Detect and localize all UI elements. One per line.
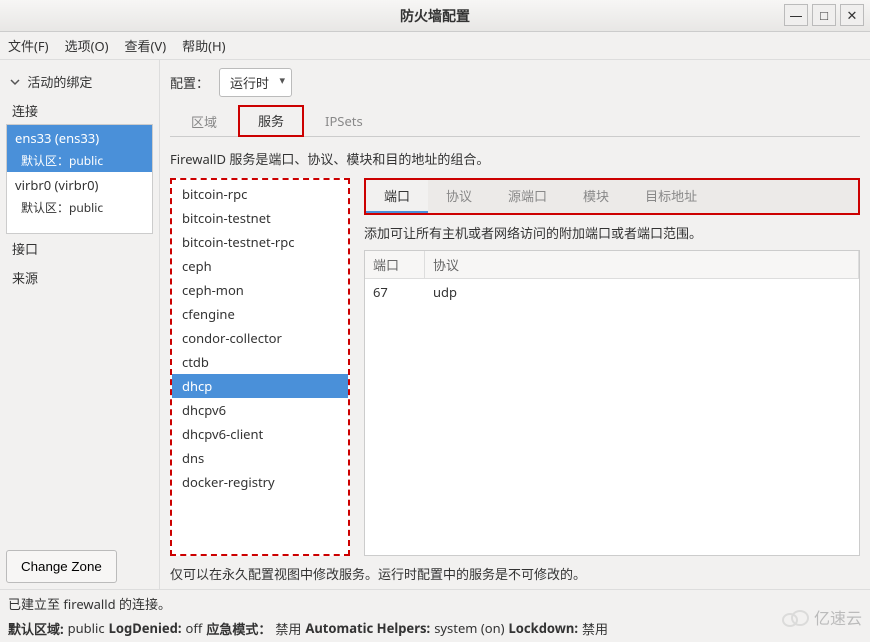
tab-destination[interactable]: 目标地址	[627, 180, 715, 213]
minimize-button[interactable]: —	[784, 4, 808, 26]
services-description: FirewallD 服务是端口、协议、模块和目的地址的组合。	[170, 149, 860, 168]
connections-list[interactable]: ens33 (ens33) 默认区：public virbr0 (virbr0)…	[6, 124, 153, 234]
service-item-condor-collector[interactable]: condor-collector	[172, 326, 348, 350]
main-tabs: 区域 服务 IPSets	[170, 105, 860, 137]
menu-file[interactable]: 文件(F)	[8, 36, 49, 55]
statusbar-connection: 已建立至 firewalld 的连接。	[0, 589, 870, 617]
tab-ports[interactable]: 端口	[366, 180, 428, 213]
maximize-button[interactable]: □	[812, 4, 836, 26]
status-default-zone: public	[68, 619, 105, 638]
right-panel: 配置： 运行时 区域 服务 IPSets FirewallD 服务是端口、协议、…	[160, 60, 870, 589]
port-table-header: 端口 协议	[365, 251, 859, 279]
config-label: 配置：	[170, 73, 209, 92]
service-item-bitcoin-testnet-rpc[interactable]: bitcoin-testnet-rpc	[172, 230, 348, 254]
tab-protocols[interactable]: 协议	[428, 180, 490, 213]
tab-source-ports[interactable]: 源端口	[490, 180, 565, 213]
connection-item-virbr0[interactable]: virbr0 (virbr0)	[7, 172, 152, 198]
ports-description: 添加可让所有主机或者网络访问的附加端口或者端口范围。	[364, 223, 860, 242]
service-detail-tabs: 端口 协议 源端口 模块 目标地址	[364, 178, 860, 215]
tab-modules[interactable]: 模块	[565, 180, 627, 213]
menu-options[interactable]: 选项(O)	[65, 36, 109, 55]
services-row: bitcoin-rpcbitcoin-testnetbitcoin-testne…	[170, 178, 860, 556]
status-logdenied: off	[186, 619, 203, 638]
status-autohelpers: system (on)	[434, 619, 504, 638]
service-item-docker-registry[interactable]: docker-registry	[172, 470, 348, 494]
port-header-port[interactable]: 端口	[365, 251, 425, 278]
service-item-bitcoin-rpc[interactable]: bitcoin-rpc	[172, 182, 348, 206]
change-zone-button[interactable]: Change Zone	[6, 550, 117, 583]
cell-port: 67	[365, 279, 425, 305]
menu-view[interactable]: 查看(V)	[125, 36, 167, 55]
table-row[interactable]: 67udp	[365, 279, 859, 305]
tab-zones[interactable]: 区域	[170, 105, 238, 137]
service-item-bitcoin-testnet[interactable]: bitcoin-testnet	[172, 206, 348, 230]
status-panic-label: 应急模式：	[206, 619, 271, 638]
config-combo[interactable]: 运行时	[219, 68, 292, 97]
service-list[interactable]: bitcoin-rpcbitcoin-testnetbitcoin-testne…	[170, 178, 350, 556]
main-area: 活动的绑定 连接 ens33 (ens33) 默认区：public virbr0…	[0, 60, 870, 589]
status-panic: 禁用	[275, 619, 301, 638]
config-row: 配置： 运行时	[170, 68, 860, 97]
tab-services[interactable]: 服务	[238, 105, 304, 137]
chevron-down-icon	[10, 77, 20, 87]
status-lockdown-label: Lockdown:	[509, 619, 578, 638]
interfaces-section-label: 接口	[6, 234, 153, 263]
connection-item-ens33[interactable]: ens33 (ens33)	[7, 125, 152, 151]
active-bindings-header: 活动的绑定	[6, 66, 153, 97]
status-lockdown: 禁用	[582, 619, 608, 638]
service-item-dhcpv6-client[interactable]: dhcpv6-client	[172, 422, 348, 446]
port-table[interactable]: 端口 协议 67udp	[364, 250, 860, 556]
cell-protocol: udp	[425, 279, 859, 305]
window-buttons: — □ ✕	[784, 4, 864, 26]
service-item-cfengine[interactable]: cfengine	[172, 302, 348, 326]
service-item-ceph[interactable]: ceph	[172, 254, 348, 278]
port-header-protocol[interactable]: 协议	[425, 251, 859, 278]
service-item-dhcp[interactable]: dhcp	[172, 374, 348, 398]
window-title: 防火墙配置	[400, 6, 470, 26]
status-default-zone-label: 默认区域:	[8, 619, 64, 638]
menu-help[interactable]: 帮助(H)	[182, 36, 225, 55]
readonly-footnote: 仅可以在永久配置视图中修改服务。运行时配置中的服务是不可修改的。	[170, 564, 860, 583]
close-button[interactable]: ✕	[840, 4, 864, 26]
tab-ipsets[interactable]: IPSets	[304, 105, 384, 137]
menubar: 文件(F) 选项(O) 查看(V) 帮助(H)	[0, 32, 870, 60]
service-item-dhcpv6[interactable]: dhcpv6	[172, 398, 348, 422]
sources-section-label: 来源	[6, 263, 153, 292]
service-item-dns[interactable]: dns	[172, 446, 348, 470]
statusbar-summary: 默认区域: public LogDenied: off 应急模式： 禁用 Aut…	[0, 617, 870, 642]
active-bindings-label: 活动的绑定	[27, 73, 92, 91]
service-detail: 端口 协议 源端口 模块 目标地址 添加可让所有主机或者网络访问的附加端口或者端…	[364, 178, 860, 556]
service-item-ceph-mon[interactable]: ceph-mon	[172, 278, 348, 302]
connection-zone-ens33: 默认区：public	[7, 151, 152, 172]
left-panel: 活动的绑定 连接 ens33 (ens33) 默认区：public virbr0…	[0, 60, 160, 589]
status-logdenied-label: LogDenied:	[109, 619, 182, 638]
service-item-ctdb[interactable]: ctdb	[172, 350, 348, 374]
connections-section-label: 连接	[6, 97, 153, 124]
titlebar: 防火墙配置 — □ ✕	[0, 0, 870, 32]
connection-zone-virbr0: 默认区：public	[7, 198, 152, 219]
status-autohelpers-label: Automatic Helpers:	[305, 619, 430, 638]
